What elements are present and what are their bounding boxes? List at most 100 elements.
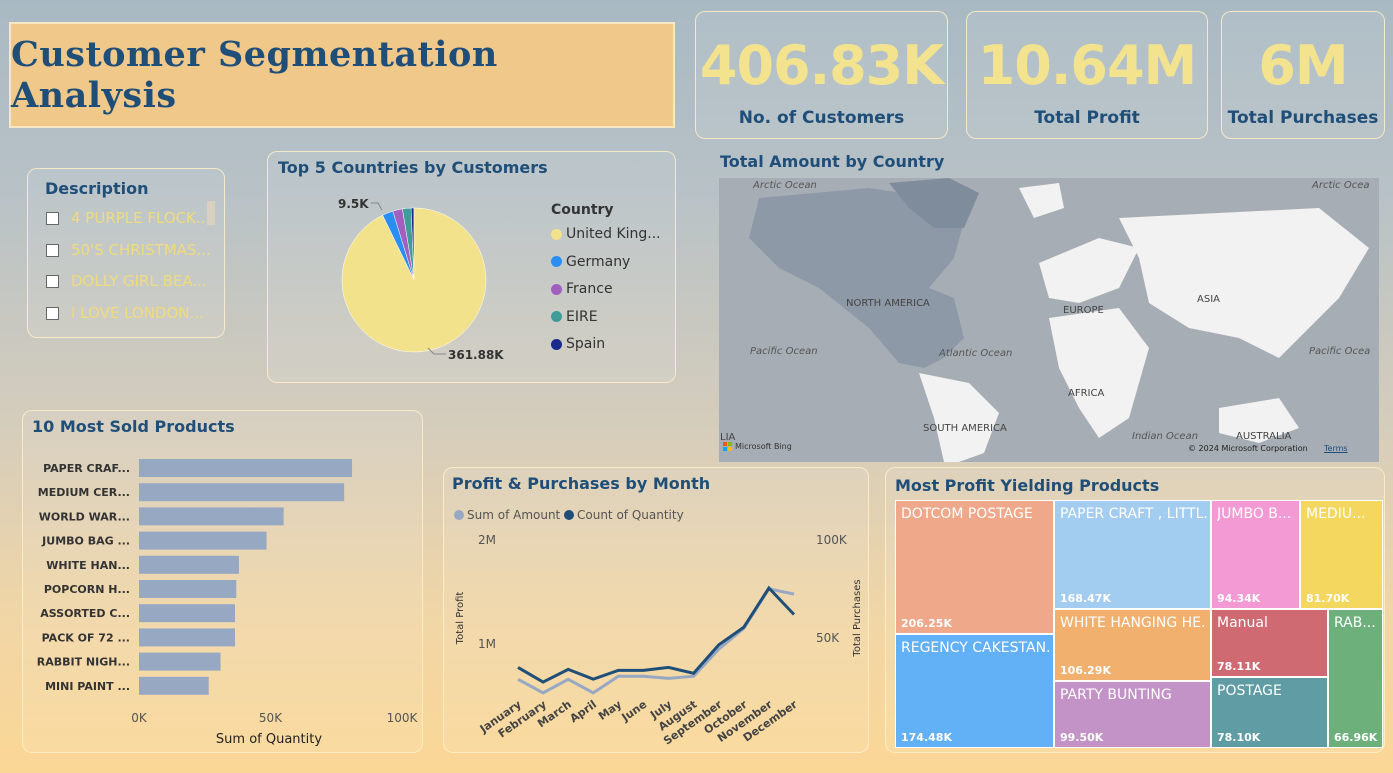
slicer-item[interactable]: I LOVE LONDON... bbox=[46, 302, 204, 324]
y-right-axis-label: Total Purchases bbox=[852, 579, 863, 657]
map-panel[interactable]: Total Amount by Country Arctic Ocean Arc… bbox=[719, 152, 1393, 462]
pie-slice-united-king-[interactable] bbox=[341, 207, 487, 353]
y-right-tick-label: 100K bbox=[816, 533, 848, 547]
kpi-label: Total Purchases bbox=[1227, 108, 1379, 128]
map-label: NORTH AMERICA bbox=[846, 298, 930, 309]
bar[interactable] bbox=[139, 555, 239, 574]
treemap-cell-label: WHITE HANGING HE... bbox=[1060, 615, 1207, 631]
pie-chart-panel[interactable]: Top 5 Countries by Customers 9.5K 361.88… bbox=[267, 151, 676, 383]
dashboard-title: Customer Segmentation Analysis bbox=[11, 34, 498, 116]
checkbox[interactable] bbox=[46, 243, 59, 257]
bar[interactable] bbox=[139, 604, 235, 623]
treemap-cell-label: PARTY BUNTING bbox=[1060, 687, 1172, 703]
pie-legend-item[interactable]: France bbox=[551, 281, 613, 297]
x-tick-label: April bbox=[567, 698, 599, 725]
kpi-value: 406.83K bbox=[699, 34, 944, 97]
map-label: Arctic Ocean bbox=[753, 180, 817, 191]
pie-legend-item[interactable]: EIRE bbox=[551, 309, 598, 325]
checkbox[interactable] bbox=[46, 211, 59, 225]
treemap-cell-value: 94.34K bbox=[1217, 592, 1261, 605]
checkbox[interactable] bbox=[46, 274, 59, 288]
series-line-sum-of-amount[interactable] bbox=[517, 587, 795, 695]
kpi-card-purchases[interactable]: 6M Total Purchases bbox=[1221, 11, 1385, 139]
legend-label[interactable]: Sum of Amount bbox=[467, 508, 561, 522]
slicer-item[interactable]: 4 PURPLE FLOCK... bbox=[46, 207, 210, 229]
pie-legend-title: Country bbox=[551, 202, 614, 218]
bar[interactable] bbox=[139, 652, 221, 671]
treemap-cell-label: DOTCOM POSTAGE bbox=[901, 506, 1033, 522]
kpi-value: 10.64M bbox=[977, 34, 1198, 97]
map-terms-link[interactable]: Terms bbox=[1324, 444, 1348, 453]
bar-category-label: POPCORN H... bbox=[44, 583, 130, 596]
kpi-card-customers[interactable]: 406.83K No. of Customers bbox=[695, 11, 948, 139]
x-tick-label: 0K bbox=[131, 711, 148, 725]
map-label: Pacific Ocean bbox=[750, 346, 818, 357]
pie-legend-item[interactable]: Germany bbox=[551, 254, 630, 270]
treemap-cell[interactable]: Manual 78.11K bbox=[1211, 609, 1328, 677]
treemap-cell-value: 66.96K bbox=[1334, 731, 1378, 744]
pie-legend-item[interactable]: Spain bbox=[551, 336, 605, 352]
bar[interactable] bbox=[139, 676, 209, 695]
legend-dot-icon bbox=[564, 510, 574, 520]
kpi-card-profit[interactable]: 10.64M Total Profit bbox=[966, 11, 1208, 139]
bar[interactable] bbox=[139, 580, 237, 598]
treemap-cell-value: 106.29K bbox=[1060, 664, 1111, 677]
treemap-cell-value: 99.50K bbox=[1060, 731, 1104, 744]
treemap-cell[interactable]: DOTCOM POSTAGE 206.25K bbox=[895, 500, 1054, 634]
bar-chart-panel[interactable]: 10 Most Sold Products PAPER CRAF... MEDIU… bbox=[22, 410, 423, 753]
kpi-value: 6M bbox=[1258, 34, 1348, 97]
treemap-cell[interactable]: WHITE HANGING HE... 106.29K bbox=[1054, 609, 1211, 681]
bar[interactable] bbox=[139, 483, 345, 502]
legend-dot-icon bbox=[551, 228, 562, 240]
slicer-item[interactable]: DOLLY GIRL BEA... bbox=[46, 270, 207, 292]
treemap-cell-label: JUMBO B... bbox=[1217, 506, 1292, 522]
kpi-label: No. of Customers bbox=[738, 108, 905, 128]
series-line-count-of-quantity[interactable] bbox=[517, 585, 796, 684]
legend-dot-icon bbox=[551, 256, 562, 267]
treemap-panel[interactable]: Most Profit Yielding Products DOTCOM POS… bbox=[885, 467, 1385, 753]
legend-label: France bbox=[566, 281, 613, 297]
bar-category-label: ASSORTED C... bbox=[40, 607, 130, 620]
legend-label: EIRE bbox=[566, 308, 598, 325]
pie-leader-line bbox=[371, 202, 383, 211]
legend-dot-icon bbox=[454, 510, 464, 520]
treemap-cell[interactable]: RAB... 66.96K bbox=[1328, 609, 1383, 748]
bar-category-label: MEDIUM CER... bbox=[38, 486, 130, 499]
treemap-cell[interactable]: POSTAGE 78.10K bbox=[1211, 677, 1328, 748]
bar[interactable] bbox=[139, 459, 353, 477]
legend-dot-icon bbox=[551, 311, 562, 322]
world-map[interactable]: Arctic Ocean Arctic Ocea NORTH AMERICA E… bbox=[719, 178, 1379, 462]
map-label: AFRICA bbox=[1068, 388, 1105, 399]
treemap-cell[interactable]: MEDIU... 81.70K bbox=[1300, 500, 1383, 609]
treemap-cell[interactable]: PARTY BUNTING 99.50K bbox=[1054, 681, 1211, 748]
treemap-cell-label: POSTAGE bbox=[1217, 683, 1282, 699]
map-land-shapes bbox=[749, 178, 1369, 462]
bar-category-label: PAPER CRAF... bbox=[43, 462, 130, 475]
treemap-title: Most Profit Yielding Products bbox=[895, 476, 1160, 495]
pie-data-label-small: 9.5K bbox=[338, 197, 369, 211]
treemap-cell[interactable]: REGENCY CAKESTAN... 174.48K bbox=[895, 634, 1054, 748]
legend-dot-icon bbox=[551, 338, 562, 350]
treemap-cell-value: 206.25K bbox=[901, 617, 952, 630]
treemap-cell[interactable]: PAPER CRAFT , LITTL... 168.47K bbox=[1054, 500, 1211, 609]
description-slicer[interactable]: Description 4 PURPLE FLOCK... 50'S CHRIS… bbox=[27, 168, 225, 338]
legend-label: Germany bbox=[566, 253, 631, 270]
line-chart-panel[interactable]: Profit & Purchases by Month Sum of Amoun… bbox=[443, 467, 869, 753]
y-left-tick-label: 2M bbox=[478, 533, 496, 547]
bar[interactable] bbox=[139, 507, 284, 526]
treemap-cell[interactable]: JUMBO B... 94.34K bbox=[1211, 500, 1300, 609]
x-tick-label: June bbox=[619, 698, 650, 725]
pie-legend-item[interactable]: United King... bbox=[551, 226, 661, 242]
slicer-item[interactable]: 50'S CHRISTMAS... bbox=[46, 239, 211, 261]
bar[interactable] bbox=[139, 531, 267, 550]
map-label: Pacific Ocea bbox=[1309, 346, 1371, 357]
map-label: Arctic Ocea bbox=[1312, 180, 1370, 191]
legend-dot-icon bbox=[551, 283, 562, 295]
slicer-scrollbar[interactable] bbox=[207, 201, 215, 225]
bar-chart: PAPER CRAF... MEDIUM CER... WORLD WAR... JU… bbox=[37, 459, 419, 747]
checkbox[interactable] bbox=[46, 306, 59, 320]
treemap: DOTCOM POSTAGE 206.25K REGENCY CAKESTAN...… bbox=[895, 500, 1383, 748]
bar[interactable] bbox=[139, 628, 235, 647]
map-label: SOUTH AMERICA bbox=[923, 423, 1007, 434]
legend-label[interactable]: Count of Quantity bbox=[577, 508, 684, 522]
